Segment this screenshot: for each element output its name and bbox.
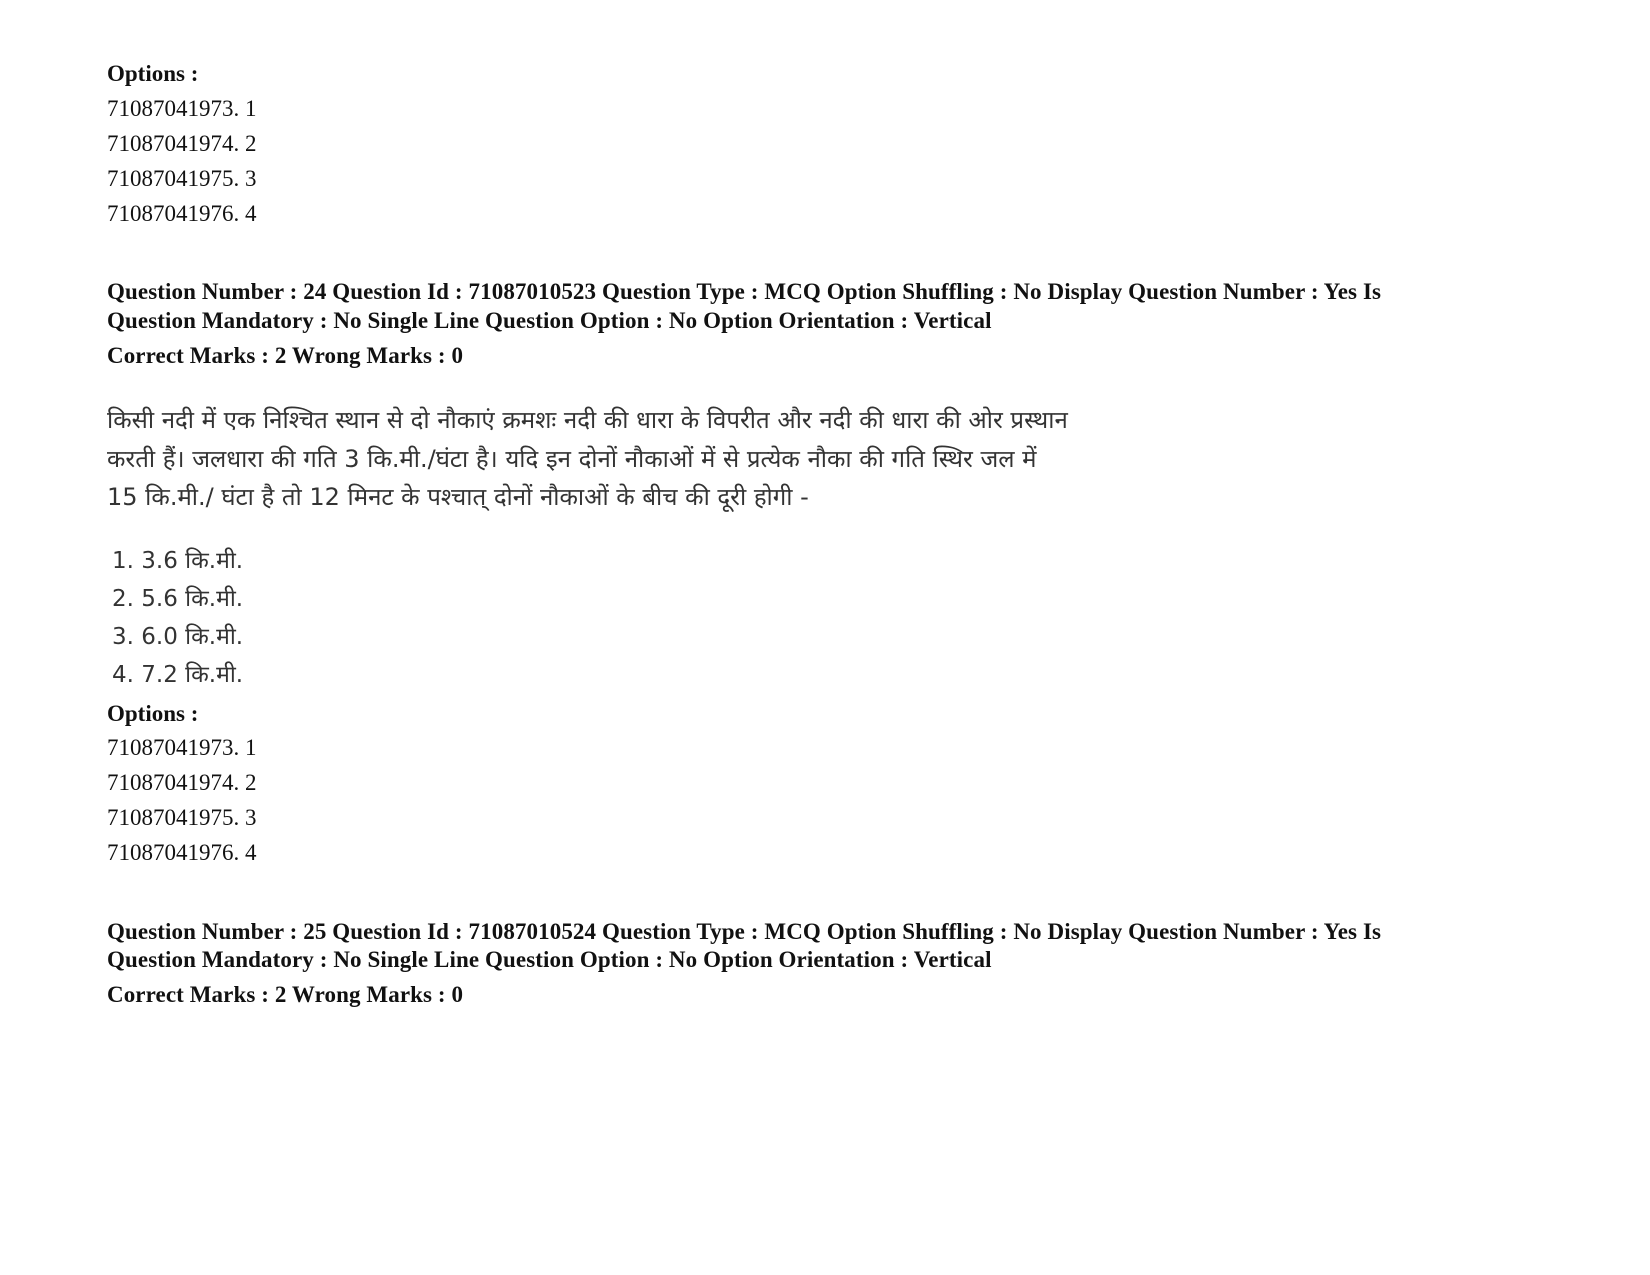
option-id-line: 71087041975. 3 [107, 166, 257, 191]
option-id-line: 71087041975. 3 [107, 805, 257, 830]
options-label: Options : [107, 61, 199, 86]
question-marks-line: Correct Marks : 2 Wrong Marks : 0 [107, 982, 464, 1007]
answer-choice: 2. 5.6 कि.मी. [112, 586, 244, 612]
question-text-line: करती हैं। जलधारा की गति 3 कि.मी./घंटा है… [107, 445, 1037, 473]
question-text-line: 15 कि.मी./ घंटा है तो 12 मिनट के पश्चात्… [107, 483, 809, 511]
question-meta-line-1: Question Number : 24 Question Id : 71087… [107, 279, 1382, 304]
option-id-line: 71087041974. 2 [107, 770, 257, 795]
answer-choice: 4. 7.2 कि.मी. [112, 662, 244, 688]
question-meta-line-1: Question Number : 25 Question Id : 71087… [107, 919, 1382, 944]
option-id-line: 71087041973. 1 [107, 735, 257, 760]
question-marks-line: Correct Marks : 2 Wrong Marks : 0 [107, 343, 464, 368]
answer-choice: 3. 6.0 कि.मी. [112, 624, 244, 650]
option-id-line: 71087041976. 4 [107, 201, 257, 226]
option-id-line: 71087041976. 4 [107, 840, 257, 865]
answer-choice: 1. 3.6 कि.मी. [112, 548, 244, 574]
question-meta-line-2: Question Mandatory : No Single Line Ques… [107, 308, 992, 333]
question-meta-line-2: Question Mandatory : No Single Line Ques… [107, 947, 992, 972]
option-id-line: 71087041974. 2 [107, 131, 257, 156]
question-text-line: किसी नदी में एक निश्चित स्थान से दो नौका… [107, 406, 1068, 434]
option-id-line: 71087041973. 1 [107, 96, 257, 121]
options-label: Options : [107, 701, 199, 726]
